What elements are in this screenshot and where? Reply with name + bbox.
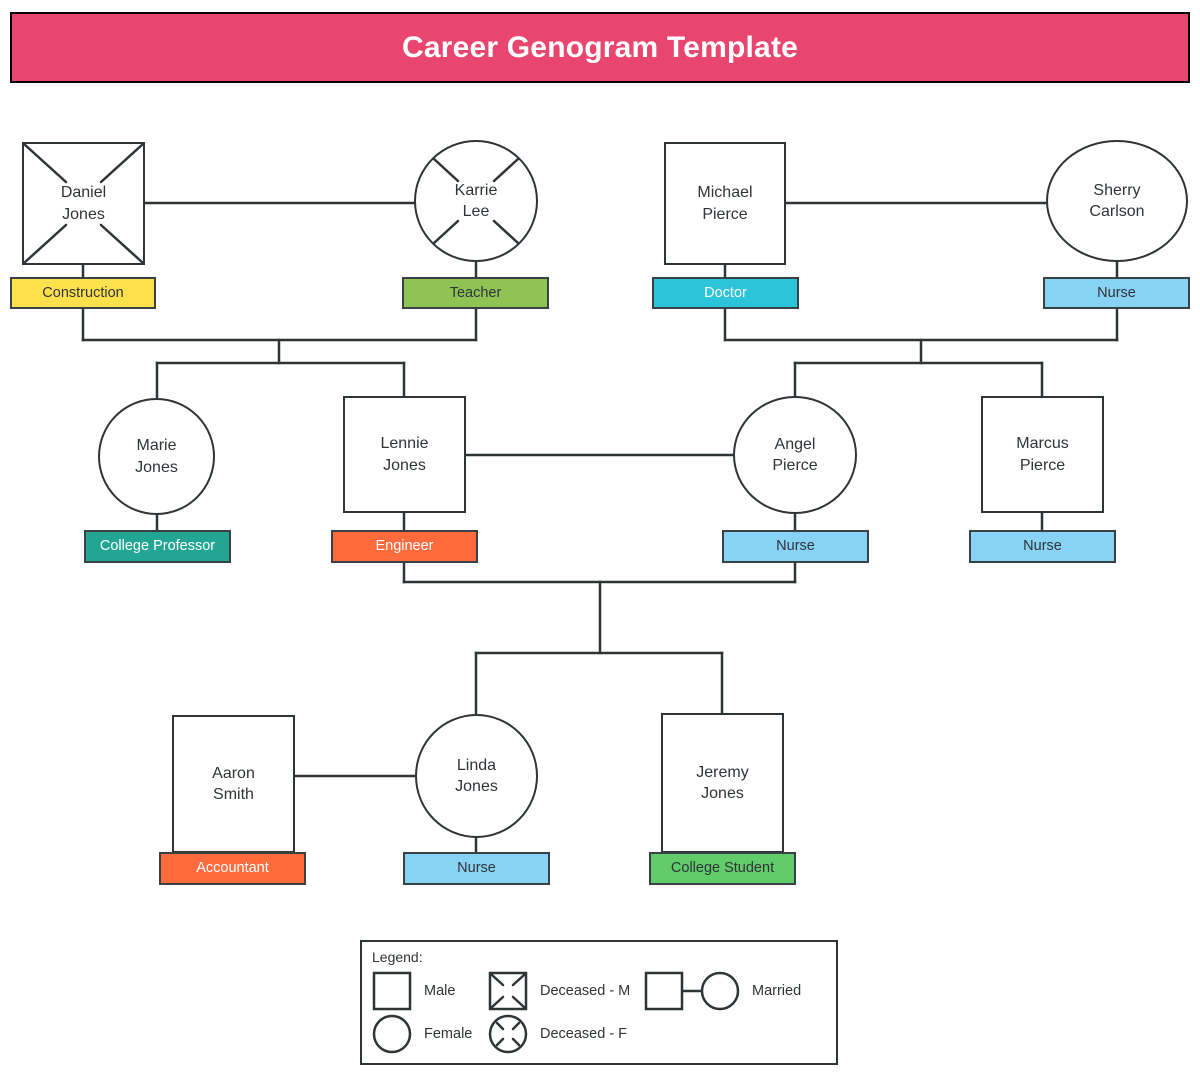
person-node-lennie[interactable]: Lennie Jones [343,396,466,513]
career-box-college-professor[interactable]: College Professor [84,530,231,563]
married-circle-icon [700,971,740,1011]
legend-label-deceased-m: Deceased - M [540,983,631,999]
male-square-icon [372,971,412,1011]
career-box-engineer[interactable]: Engineer [331,530,478,563]
person-name: Jeremy Jones [696,763,749,802]
deceased-x-marker-karrie [432,157,520,245]
person-name: Sherry Carlson [1089,181,1145,220]
person-node-angel[interactable]: Angel Pierce [733,396,857,514]
female-circle-icon [372,1014,412,1054]
career-label: Construction [42,284,124,301]
career-label: Engineer [375,538,434,555]
career-label: Teacher [449,284,502,301]
career-label: Nurse [1097,284,1136,301]
deceased-square-icon [488,971,528,1011]
career-label: Nurse [457,860,496,877]
career-box-nurse-linda[interactable]: Nurse [403,852,550,885]
person-name: Marcus Pierce [1016,435,1069,474]
person-node-michael[interactable]: Michael Pierce [664,142,786,265]
person-node-karrie[interactable]: Karrie Lee [414,140,538,262]
married-square-icon [644,971,684,1011]
career-box-nurse-marcus[interactable]: Nurse [969,530,1116,563]
career-box-construction[interactable]: Construction [10,277,156,309]
career-label: Nurse [776,538,815,555]
career-box-teacher[interactable]: Teacher [402,277,549,309]
page-title: Career Genogram Template [401,30,799,64]
career-box-nurse-angel[interactable]: Nurse [722,530,869,563]
deceased-x-marker-daniel [22,142,145,265]
legend-symbols [372,971,740,1054]
legend: Legend: Male Female Deceased - M Decease… [360,940,838,1065]
person-node-daniel[interactable]: Daniel Jones [22,142,145,265]
career-box-college-student[interactable]: College Student [649,852,796,885]
career-label: College Professor [99,538,216,555]
career-box-doctor[interactable]: Doctor [652,277,799,309]
person-node-aaron[interactable]: Aaron Smith [172,715,295,853]
person-name: Marie Jones [135,437,178,476]
career-label: Doctor [704,284,747,301]
person-name: Aaron Smith [212,764,255,803]
legend-label-female: Female [424,1026,473,1042]
person-node-linda[interactable]: Linda Jones [415,714,538,838]
person-node-marcus[interactable]: Marcus Pierce [981,396,1104,513]
legend-title: Legend: [372,949,423,965]
career-box-accountant[interactable]: Accountant [159,852,306,885]
career-label: College Student [670,860,775,877]
career-box-nurse-sherry[interactable]: Nurse [1043,277,1190,309]
legend-label-male: Male [424,983,456,999]
person-node-sherry[interactable]: Sherry Carlson [1046,140,1188,262]
person-name: Lennie Jones [380,435,429,474]
person-name: Michael Pierce [697,184,753,223]
person-name: Angel Pierce [772,435,818,474]
person-node-jeremy[interactable]: Jeremy Jones [661,713,784,853]
genogram-canvas: Career Genogram Template Daniel Jones Ka… [0,0,1200,1080]
person-node-marie[interactable]: Marie Jones [98,398,215,515]
legend-label-deceased-f: Deceased - F [540,1026,628,1042]
career-label: Nurse [1023,538,1062,555]
page-title-banner: Career Genogram Template [10,12,1190,83]
person-name: Linda Jones [455,756,498,795]
legend-label-married: Married [752,983,802,999]
career-label: Accountant [196,860,269,877]
deceased-circle-icon [488,1014,528,1054]
